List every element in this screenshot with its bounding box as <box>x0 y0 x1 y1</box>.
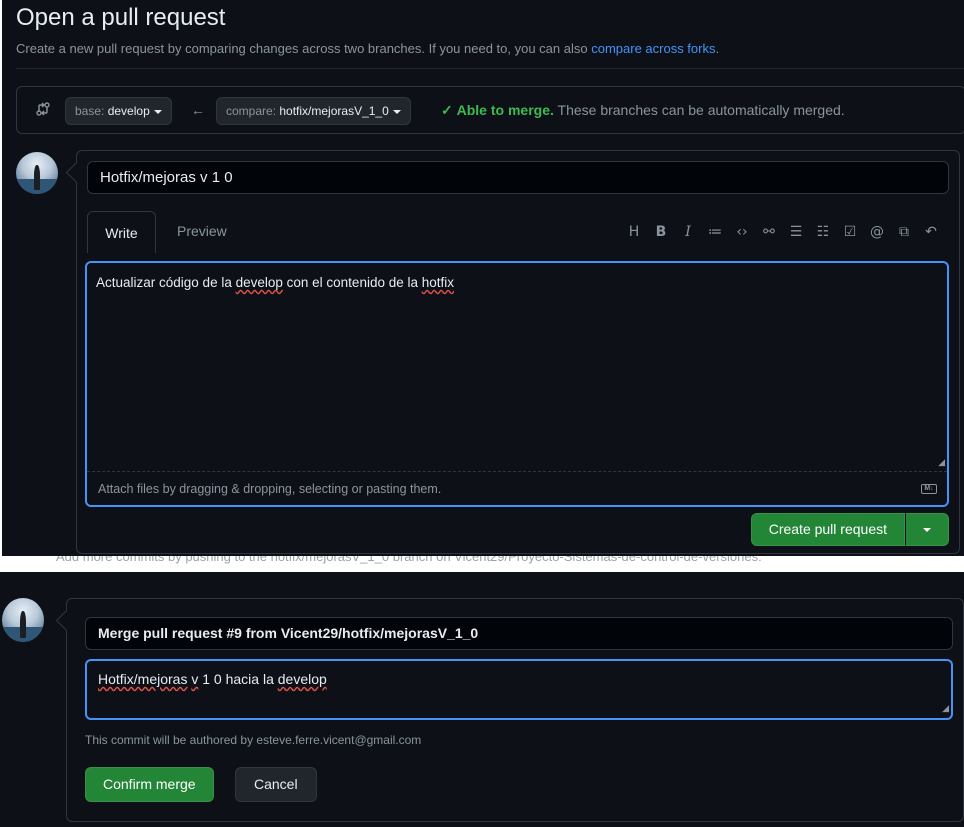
task-list-icon[interactable]: ☑ <box>838 223 862 241</box>
commit-msg-part: Hotfix/mejoras <box>98 671 188 687</box>
confirm-merge-button[interactable]: Confirm merge <box>85 767 214 802</box>
page-subtitle: Create a new pull request by comparing c… <box>16 41 719 56</box>
quote-icon[interactable]: ≔ <box>703 223 727 241</box>
undo-icon[interactable]: ↶ <box>919 223 943 241</box>
italic-icon[interactable]: I <box>676 223 700 241</box>
chevron-down-icon <box>153 109 162 114</box>
compare-branch-label: compare: <box>226 104 277 118</box>
git-compare-icon <box>36 102 50 116</box>
compare-across-forks-link[interactable]: compare across forks <box>591 41 715 56</box>
resize-handle-icon[interactable]: ◢ <box>938 457 945 468</box>
pr-body-text: Actualizar código de la develop con el c… <box>96 275 454 290</box>
chevron-down-icon <box>923 527 931 532</box>
pull-request-form: Hotfix/mejoras v 1 0 Write Preview H B I… <box>76 150 960 554</box>
compare-branch-select[interactable]: compare: hotfix/mejorasV_1_0 <box>216 97 411 125</box>
avatar[interactable] <box>16 152 58 194</box>
markdown-toolbar: H B I ≔ ‹› ⚯ ☰ ☷ ☑ @ ⧉ ↶ <box>619 223 943 241</box>
body-text-part: hotfix <box>421 275 455 290</box>
tab-write[interactable]: Write <box>87 211 156 253</box>
pr-body-textarea[interactable]: Actualizar código de la develop con el c… <box>85 261 949 507</box>
compare-branch-value: hotfix/mejorasV_1_0 <box>279 104 389 118</box>
create-pr-options-button[interactable] <box>905 513 949 546</box>
heading-icon[interactable]: H <box>622 223 646 241</box>
divider <box>16 68 964 69</box>
base-branch-value: develop <box>107 104 150 118</box>
commit-title-input[interactable]: Merge pull request #9 from Vicent29/hotf… <box>85 617 953 650</box>
base-branch-select[interactable]: base: develop <box>65 97 172 125</box>
mention-icon[interactable]: @ <box>865 223 889 241</box>
create-pr-button-group: Create pull request <box>750 513 949 546</box>
bold-icon[interactable]: B <box>649 223 673 241</box>
body-text-part: develop <box>235 275 283 290</box>
merge-status: ✓ Able to merge. These branches can be a… <box>441 102 845 119</box>
branch-compare-bar: base: develop ← compare: hotfix/mejorasV… <box>16 86 964 134</box>
merge-status-ok: Able to merge. <box>456 102 554 118</box>
commit-msg-part: develop <box>277 671 327 687</box>
ordered-list-icon[interactable]: ☷ <box>811 223 835 241</box>
cropped-text-strip: Add more commits by pushing to the hotfi… <box>0 556 964 572</box>
chevron-down-icon <box>392 109 401 114</box>
page-title: Open a pull request <box>16 4 226 31</box>
attach-files-hint[interactable]: Attach files by dragging & dropping, sel… <box>98 482 441 496</box>
attach-divider <box>87 471 947 472</box>
arrow-left-icon: ← <box>191 102 205 118</box>
tab-preview[interactable]: Preview <box>177 223 227 239</box>
avatar[interactable] <box>2 598 44 642</box>
commit-message-textarea[interactable]: Hotfix/mejoras v 1 0 hacia la develop ◢ <box>85 659 953 720</box>
merge-form: Merge pull request #9 from Vicent29/hotf… <box>66 598 964 822</box>
reference-icon[interactable]: ⧉ <box>892 223 916 241</box>
merge-panel: Merge pull request #9 from Vicent29/hotf… <box>0 572 964 827</box>
check-icon: ✓ <box>441 102 453 118</box>
unordered-list-icon[interactable]: ☰ <box>784 223 808 241</box>
cancel-button[interactable]: Cancel <box>235 767 317 802</box>
open-pull-request-panel: Open a pull request Create a new pull re… <box>2 0 964 556</box>
create-pull-request-button[interactable]: Create pull request <box>750 513 905 546</box>
code-icon[interactable]: ‹› <box>730 223 754 241</box>
cropped-hint-text: Add more commits by pushing to the hotfi… <box>56 556 762 564</box>
merge-status-note: These branches can be automatically merg… <box>557 102 845 118</box>
subtitle-period: . <box>715 41 720 56</box>
body-text-part: Actualizar código de la <box>96 275 236 290</box>
commit-msg-part: 1 0 hacia la <box>198 671 278 687</box>
markdown-icon[interactable]: M↓ <box>921 484 937 494</box>
body-text-part: con el contenido de la <box>282 275 422 290</box>
base-branch-label: base: <box>75 104 105 118</box>
commit-author-note: This commit will be authored by esteve.f… <box>85 733 422 747</box>
link-icon[interactable]: ⚯ <box>757 223 781 241</box>
resize-handle-icon[interactable]: ◢ <box>942 703 949 714</box>
subtitle-text: Create a new pull request by comparing c… <box>16 41 592 56</box>
pr-title-input[interactable]: Hotfix/mejoras v 1 0 <box>87 161 949 194</box>
